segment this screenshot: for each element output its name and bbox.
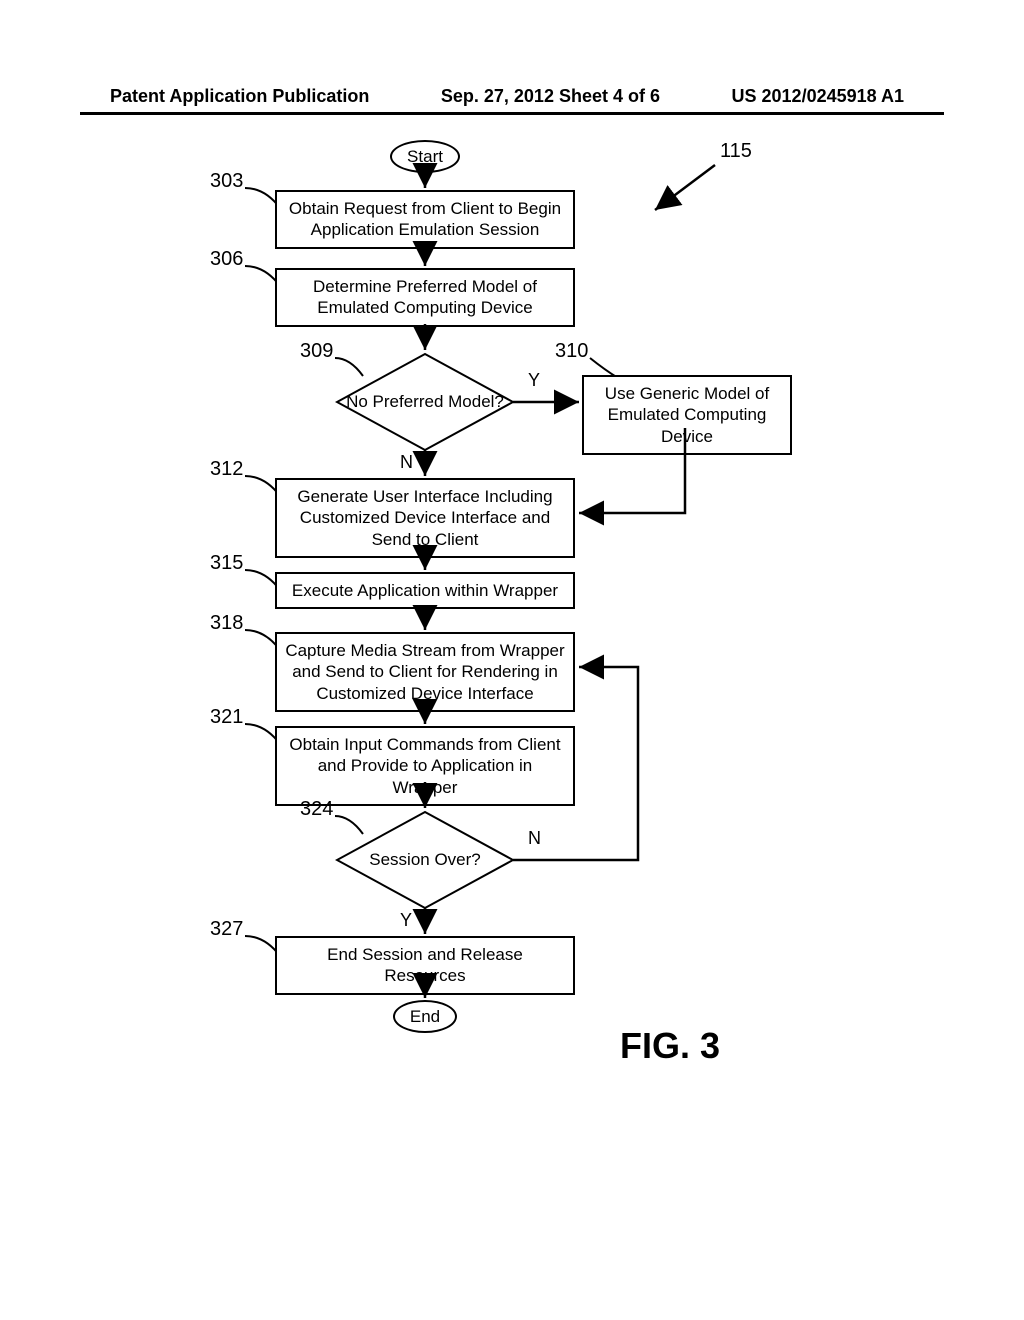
ref-309: 309 [300, 340, 333, 363]
edge-309-y: Y [528, 370, 540, 391]
arrow-318-321 [423, 704, 427, 728]
decision-324: Session Over? [335, 810, 515, 910]
arrow-309-310 [513, 400, 583, 404]
ref-327: 327 [210, 918, 243, 941]
header-rule [80, 112, 944, 115]
arrow-303-306 [423, 246, 427, 270]
ref-115: 115 [720, 140, 752, 163]
decision-309-label: No Preferred Model? [335, 352, 515, 452]
arrow-309-312 [423, 450, 427, 480]
edge-324-y: Y [400, 910, 412, 931]
header-center: Sep. 27, 2012 Sheet 4 of 6 [441, 86, 660, 107]
step-306: Determine Preferred Model of Emulated Co… [275, 268, 575, 327]
arrow-312-315 [423, 550, 427, 574]
ref-115-arrow [640, 160, 720, 220]
end-terminator: End [393, 1000, 457, 1033]
ref-324: 324 [300, 798, 333, 821]
ref-315: 315 [210, 552, 243, 575]
arrow-324-327 [423, 908, 427, 938]
step-312: Generate User Interface Including Custom… [275, 478, 575, 558]
page-header: Patent Application Publication Sep. 27, … [110, 86, 904, 107]
ref-312: 312 [210, 458, 243, 481]
ref-303: 303 [210, 170, 243, 193]
arrow-306-309 [423, 324, 427, 354]
step-315: Execute Application within Wrapper [275, 572, 575, 609]
header-left: Patent Application Publication [110, 86, 369, 107]
ref-310: 310 [555, 340, 588, 363]
arrow-310-merge [575, 428, 690, 518]
arrow-315-318 [423, 610, 427, 634]
arrow-324-loop [513, 665, 643, 865]
ref-321: 321 [210, 706, 243, 729]
ref-306: 306 [210, 248, 243, 271]
arrow-321-324 [423, 782, 427, 812]
decision-324-label: Session Over? [335, 810, 515, 910]
figure-label: FIG. 3 [620, 1025, 720, 1067]
step-303: Obtain Request from Client to Begin Appl… [275, 190, 575, 249]
arrow-start-303 [423, 168, 427, 192]
ref-318: 318 [210, 612, 243, 635]
arrow-327-end [423, 974, 427, 1002]
edge-309-n: N [400, 452, 413, 473]
header-right: US 2012/0245918 A1 [732, 86, 904, 107]
decision-309: No Preferred Model? [335, 352, 515, 452]
